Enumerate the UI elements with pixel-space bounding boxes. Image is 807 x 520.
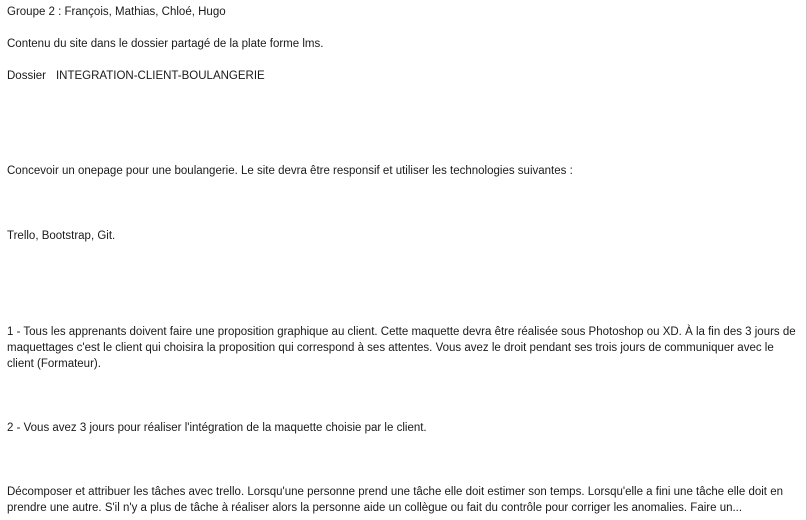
decomposer-paragraph: Décomposer et attribuer les tâches avec … bbox=[7, 486, 783, 514]
document-body: ʼ Groupe 2 : François, Mathias, Chloé, H… bbox=[0, 0, 807, 520]
dossier-label: Dossier bbox=[7, 70, 46, 82]
dossier-name: INTEGRATION-CLIENT-BOULANGERIE bbox=[55, 70, 265, 82]
step1-paragraph: 1 - Tous les apprenants doivent faire un… bbox=[7, 326, 796, 370]
technologies-line: Trello, Bootstrap, Git. bbox=[7, 230, 116, 242]
concevoir-line: Concevoir un onepage pour une boulangeri… bbox=[7, 165, 573, 177]
contenu-line: Contenu du site dans le dossier partagé … bbox=[7, 38, 324, 50]
group-line: Groupe 2 : François, Mathias, Chloé, Hug… bbox=[7, 6, 226, 18]
dossier-line: Dossier INTEGRATION-CLIENT-BOULANGERIE bbox=[7, 68, 800, 84]
step2-line: 2 - Vous avez 3 jours pour réaliser l'in… bbox=[7, 422, 427, 434]
